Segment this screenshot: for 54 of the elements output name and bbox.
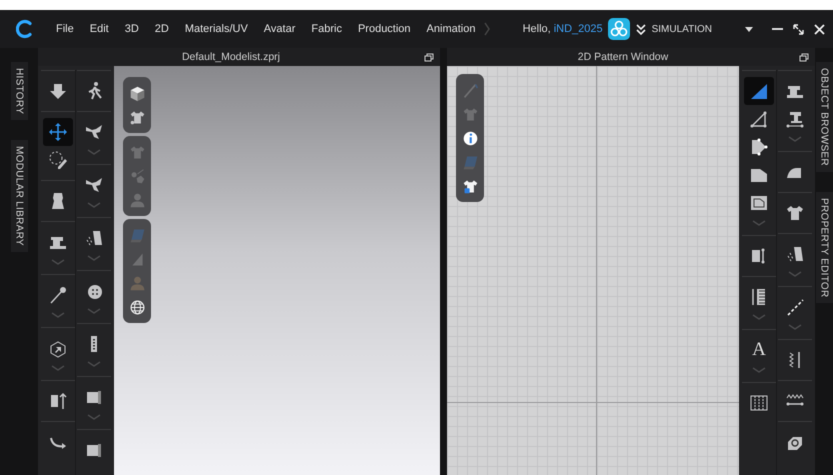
info-icon xyxy=(462,130,478,146)
triangle-icon xyxy=(749,81,769,101)
move-icon xyxy=(48,122,68,142)
app-switch-icon[interactable] xyxy=(608,18,630,40)
fabric-icon xyxy=(785,244,805,264)
shirt-icon xyxy=(462,106,478,122)
pen-icon xyxy=(462,82,478,98)
tool-button[interactable]: A xyxy=(744,336,774,376)
restore-icon[interactable] xyxy=(793,24,804,34)
shirt-icon xyxy=(128,108,146,126)
greeting-text: Hello, xyxy=(522,23,551,35)
shirt-icon xyxy=(462,178,478,194)
menu-item[interactable]: Avatar xyxy=(256,20,304,38)
side-tab[interactable]: PROPERTY EDITOR xyxy=(816,192,832,304)
window-float-icon[interactable] xyxy=(424,52,434,62)
lasso-icon xyxy=(48,150,68,170)
dropdown-caret-icon[interactable] xyxy=(745,26,753,32)
side-tab[interactable]: HISTORY xyxy=(10,62,28,120)
double-chevron-icon[interactable] xyxy=(634,23,647,35)
window-float-icon[interactable] xyxy=(799,52,809,62)
texture-icon xyxy=(462,154,478,170)
menu-item[interactable]: 2D xyxy=(146,20,177,38)
shirt-icon xyxy=(785,203,805,223)
texture-icon xyxy=(128,226,146,244)
panel-title: 2D Pattern Window xyxy=(576,51,670,63)
menu-item[interactable]: Edit xyxy=(82,20,117,38)
mode-label[interactable]: SIMULATION xyxy=(652,24,712,34)
side-tab[interactable]: MODULAR LIBRARY xyxy=(10,140,28,252)
side-tab[interactable]: OBJECT BROWSER xyxy=(816,62,832,172)
pattern-grid-canvas[interactable] xyxy=(447,66,739,475)
menu-item[interactable]: Materials/UV xyxy=(176,20,256,38)
menu-item[interactable]: Animation xyxy=(418,20,484,38)
cube-icon xyxy=(128,84,146,102)
avatar-icon xyxy=(128,274,146,292)
tool-button[interactable] xyxy=(43,118,73,146)
menu-item[interactable]: File xyxy=(48,20,82,38)
username[interactable]: iND_2025 xyxy=(554,23,603,35)
down-arrow-icon xyxy=(48,81,68,101)
menu-item[interactable]: Production xyxy=(350,20,419,38)
menu-item[interactable]: 3D xyxy=(116,20,147,38)
grid-icon xyxy=(749,393,769,413)
3d-viewport[interactable] xyxy=(114,66,440,475)
menu-item[interactable]: Fabric xyxy=(303,20,350,38)
avatar-icon xyxy=(128,192,146,208)
pentagon-icon xyxy=(749,137,769,157)
close-icon[interactable] xyxy=(814,24,825,34)
globe-icon xyxy=(128,298,146,316)
fabric-icon xyxy=(84,228,104,248)
pattern-outline-icon xyxy=(749,193,769,213)
letter-icon: A xyxy=(752,340,766,360)
measure-icon xyxy=(48,391,68,411)
panel-title: Default_Modelist.zprj xyxy=(180,51,282,63)
pin-icon xyxy=(48,285,68,305)
dashed-line-icon xyxy=(785,297,805,317)
